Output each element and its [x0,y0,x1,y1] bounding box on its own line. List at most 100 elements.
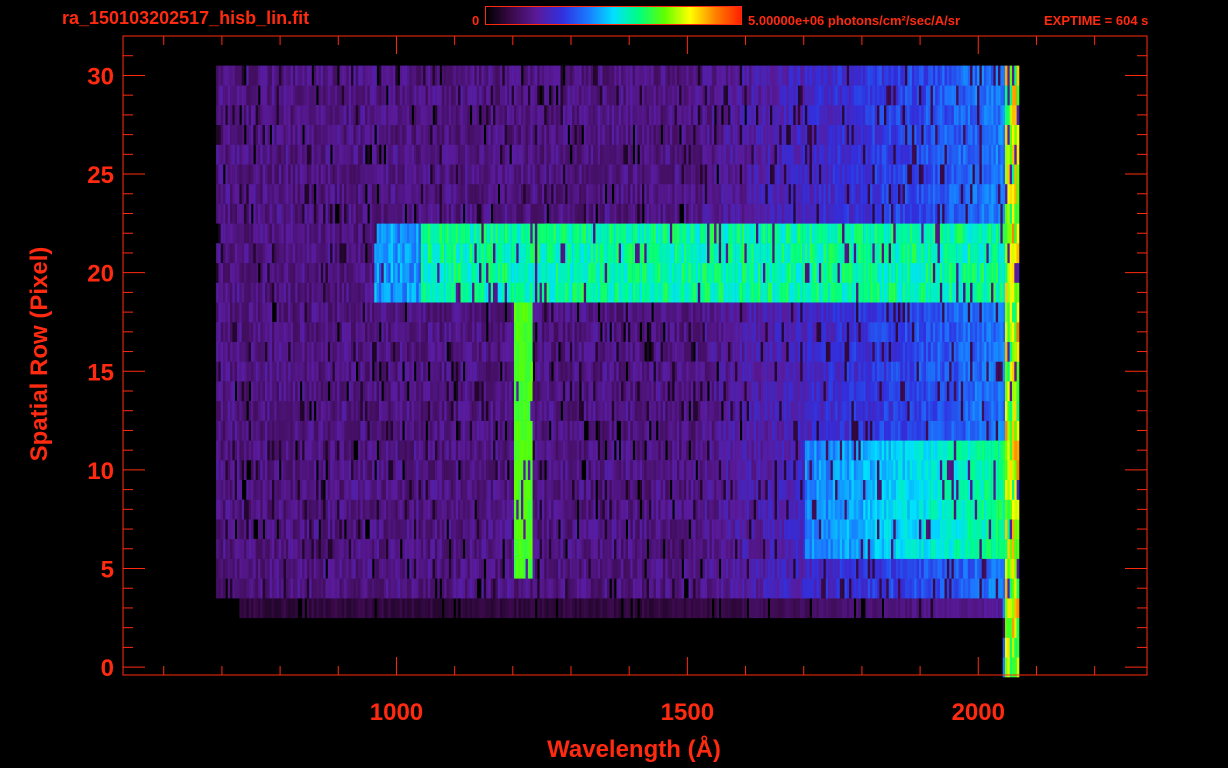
heatmap-cell [607,440,610,461]
heatmap-cell [886,460,889,480]
heatmap-cell [881,400,885,421]
heatmap-cell [495,361,498,382]
heatmap-cell [548,558,552,579]
heatmap-cell [274,381,277,402]
heatmap-cell [548,578,552,599]
heatmap-cell [690,538,694,559]
heatmap-cell [763,578,766,599]
heatmap-cell [874,519,878,540]
heatmap-cell [446,479,450,500]
heatmap-cell [404,578,408,599]
heatmap-cell [942,578,945,599]
heatmap-cell [527,341,531,362]
heatmap-cell [548,499,552,520]
heatmap-cell [711,460,715,480]
heatmap-cell [958,460,962,480]
heatmap-cell [590,499,594,520]
heatmap-cell [874,420,878,441]
heatmap-cell [504,341,508,362]
heatmap-cell [490,538,494,559]
heatmap-cell [676,361,680,382]
heatmap-cell [434,341,438,362]
heatmap-cell [637,440,640,461]
heatmap-cell [239,400,242,421]
heatmap-cell [472,420,475,441]
heatmap-cell [707,499,710,520]
heatmap-cell [318,538,322,559]
heatmap-cell [618,361,622,382]
heatmap-cell [797,381,801,402]
heatmap-cell [427,400,431,421]
heatmap-cell [316,361,319,382]
heatmap-cell [858,598,861,619]
heatmap-cell [925,538,929,559]
heatmap-cell [772,381,775,402]
heatmap-cell [465,400,468,421]
heatmap-cell [823,460,827,480]
heatmap-cell [716,519,720,540]
heatmap-cell [851,598,854,619]
heatmap-cell [832,440,836,461]
heatmap-cell [532,598,536,619]
heatmap-cell [911,538,915,559]
heatmap-cell [809,341,813,362]
heatmap-cell [828,440,831,461]
heatmap-cell [707,400,710,421]
heatmap-cell [939,519,943,540]
heatmap-cell [434,361,438,382]
heatmap-cell [381,519,384,540]
heatmap-cell [246,322,249,342]
heatmap-cell [658,499,661,520]
heatmap-cell [1002,637,1006,658]
heatmap-cell [311,420,315,441]
heatmap-cell [686,499,689,520]
heatmap-cell [1007,558,1010,579]
heatmap-cell [1014,341,1017,362]
heatmap-cell [911,578,915,599]
heatmap-cell [779,400,782,421]
heatmap-cell [630,460,633,480]
heatmap-cell [786,361,789,382]
heatmap-cell [511,479,515,500]
heatmap-cell [735,361,738,382]
heatmap-cell [220,578,224,599]
heatmap-cell [986,420,989,441]
heatmap-cell [930,558,934,579]
heatmap-cell [630,538,633,559]
heatmap-cell [970,361,973,382]
heatmap-cell [290,538,294,559]
heatmap-cell [607,499,610,520]
heatmap-cell [527,598,531,619]
heatmap-cell [374,519,377,540]
heatmap-cell [853,479,857,500]
heatmap-cell [462,440,466,461]
heatmap-cell [786,558,789,579]
heatmap-cell [797,400,801,421]
heatmap-cell [749,578,752,599]
heatmap-cell [823,538,827,559]
heatmap-cell [795,460,799,480]
heatmap-cell [835,578,838,599]
heatmap-cell [625,322,629,342]
heatmap-cell [597,578,601,599]
heatmap-cell [223,361,226,382]
heatmap-cell [590,440,594,461]
heatmap-cell [248,598,252,619]
heatmap-cell [865,538,868,559]
heatmap-cell [320,460,324,480]
heatmap-cell [667,558,671,579]
heatmap-cell [916,598,920,619]
heatmap-cell [793,538,796,559]
heatmap-cell [700,322,703,342]
heatmap-cell [739,400,743,421]
heatmap-cell [427,440,431,461]
heatmap-cell [281,578,284,599]
heatmap-cell [479,341,482,362]
heatmap-cell [709,460,713,480]
heatmap-cell [844,460,848,480]
heatmap-cell [779,460,782,480]
heatmap-cell [399,578,403,599]
heatmap-cell [541,361,545,382]
heatmap-cell [237,341,240,362]
heatmap-cell [607,558,610,579]
